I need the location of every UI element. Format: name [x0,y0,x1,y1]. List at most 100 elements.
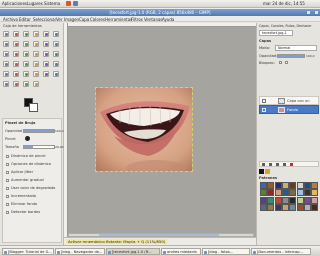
pattern-swatch[interactable] [267,203,275,211]
vertical-ruler[interactable] [64,23,68,239]
blend-icon[interactable] [43,61,49,67]
lower-layer-icon[interactable] [276,163,279,166]
align-icon[interactable] [3,51,9,57]
airbrush-icon[interactable] [23,71,29,77]
pattern-swatch[interactable] [303,189,311,197]
taskbar-item-4[interactable]: andres miedanis [161,248,201,255]
taskbar-item-1[interactable]: [Blogger: Tutorial de G... [2,248,54,255]
dodge-burn-icon[interactable] [33,81,39,87]
menu-ventanas[interactable]: Ventanas [144,17,163,22]
panel-menu-places[interactable]: Lugares [27,1,43,6]
pattern-swatch[interactable] [281,196,289,204]
perspective-clone-icon[interactable] [3,81,9,87]
rotate-icon[interactable] [23,51,29,57]
option-checkbox-7[interactable] [6,203,9,206]
panel-menu-system[interactable]: Sistema [44,1,60,6]
new-layer-icon[interactable] [262,163,265,166]
taskbar-item-2[interactable]: [blog - Navegador de... [55,248,105,255]
pattern-swatch[interactable] [260,182,267,189]
bucket-fill-icon[interactable] [33,61,39,67]
color-select-icon[interactable] [43,31,49,37]
pattern-swatch[interactable] [260,196,267,204]
taskbar-item-3[interactable]: [tecesfort.jpg-1.0 (R... [106,248,160,255]
opacity-slider[interactable] [23,129,55,133]
flip-icon[interactable] [3,61,9,67]
layer-visibility-icon[interactable] [262,99,266,103]
menu-colores[interactable]: Colores [90,17,105,22]
taskbar-item-6[interactable]: [Documentos - Intercap... [251,248,311,255]
pattern-swatch[interactable] [296,182,304,189]
blur-icon[interactable] [13,81,19,87]
image-select-dropdown[interactable]: tecesfort.jpg-1 [259,30,293,36]
pattern-swatch[interactable] [296,189,304,197]
option-checkbox-3[interactable] [6,171,9,174]
pattern-swatch[interactable] [274,182,282,189]
pencil-icon[interactable] [53,61,59,67]
zoom-icon[interactable] [33,41,39,47]
menu-imagen[interactable]: Imagen [64,17,79,22]
pattern-swatch[interactable] [311,189,319,197]
eraser-icon[interactable] [13,71,19,77]
pattern-swatch[interactable] [260,189,267,197]
ink-icon[interactable] [33,71,39,77]
lock-alpha-checkbox[interactable] [285,61,288,64]
color-picker-icon[interactable] [23,41,29,47]
background-color-swatch[interactable] [29,103,38,112]
layer-visibility-icon[interactable] [262,108,266,112]
pattern-swatch[interactable] [267,189,275,197]
pattern-swatch[interactable] [303,196,311,204]
cage-icon[interactable] [13,61,19,67]
layer-row-1[interactable]: Capa con un [259,96,319,105]
option-checkbox-6[interactable] [6,195,9,198]
measure-icon[interactable] [43,41,49,47]
menu-editar[interactable]: Editar [19,17,31,22]
email-launcher-icon[interactable] [73,1,78,6]
option-checkbox-2[interactable] [6,163,9,166]
pattern-swatch[interactable] [289,203,297,211]
size-slider[interactable] [23,145,55,149]
pattern-swatch[interactable] [281,189,289,197]
smudge-icon[interactable] [23,81,29,87]
clone-icon[interactable] [43,71,49,77]
lock-pixels-checkbox[interactable] [279,61,282,64]
scale-icon[interactable] [33,51,39,57]
pattern-swatch[interactable] [274,203,282,211]
pattern-swatch[interactable] [303,203,311,211]
pattern-swatch[interactable] [289,196,297,204]
move-icon[interactable] [53,41,59,47]
image-canvas-smile-photo[interactable] [95,87,193,172]
paths-icon[interactable] [13,41,19,47]
minimize-icon[interactable] [307,11,310,14]
fuzzy-select-icon[interactable] [33,31,39,37]
pattern-swatch[interactable] [296,196,304,204]
delete-layer-icon[interactable] [290,163,293,166]
pattern-swatch[interactable] [289,182,297,189]
lasso-icon[interactable] [23,31,29,37]
pattern-swatch[interactable] [267,182,275,189]
menu-ayuda[interactable]: Ayuda [162,17,174,22]
pattern-swatch[interactable] [281,182,289,189]
pattern-swatch[interactable] [260,203,267,211]
option-checkbox-5[interactable] [6,187,9,190]
horizontal-ruler[interactable] [64,23,256,27]
option-checkbox-1[interactable] [6,155,9,158]
menu-herramientas[interactable]: Herramientas [105,17,132,22]
pattern-swatch[interactable] [274,196,282,204]
menu-ver[interactable]: Ver [56,17,63,22]
menu-filtros[interactable]: Filtros [131,17,143,22]
pattern-swatch[interactable] [311,182,319,189]
pattern-swatch[interactable] [281,203,289,211]
taskbar-item-5[interactable]: [blog - fotos... [202,248,250,255]
option-checkbox-8[interactable] [6,211,9,214]
pattern-swatch[interactable] [296,203,304,211]
shear-icon[interactable] [43,51,49,57]
canvas-scroll-thumb[interactable] [99,234,219,236]
menu-capa[interactable]: Capa [79,17,89,22]
scissors-icon[interactable] [53,31,59,37]
option-checkbox-4[interactable] [6,179,9,182]
pattern-swatch[interactable] [274,189,282,197]
layer-row-2[interactable]: Fondo [259,105,319,114]
paintbrush-icon[interactable] [3,71,9,77]
duplicate-layer-icon[interactable] [283,163,286,166]
raise-layer-icon[interactable] [269,163,272,166]
